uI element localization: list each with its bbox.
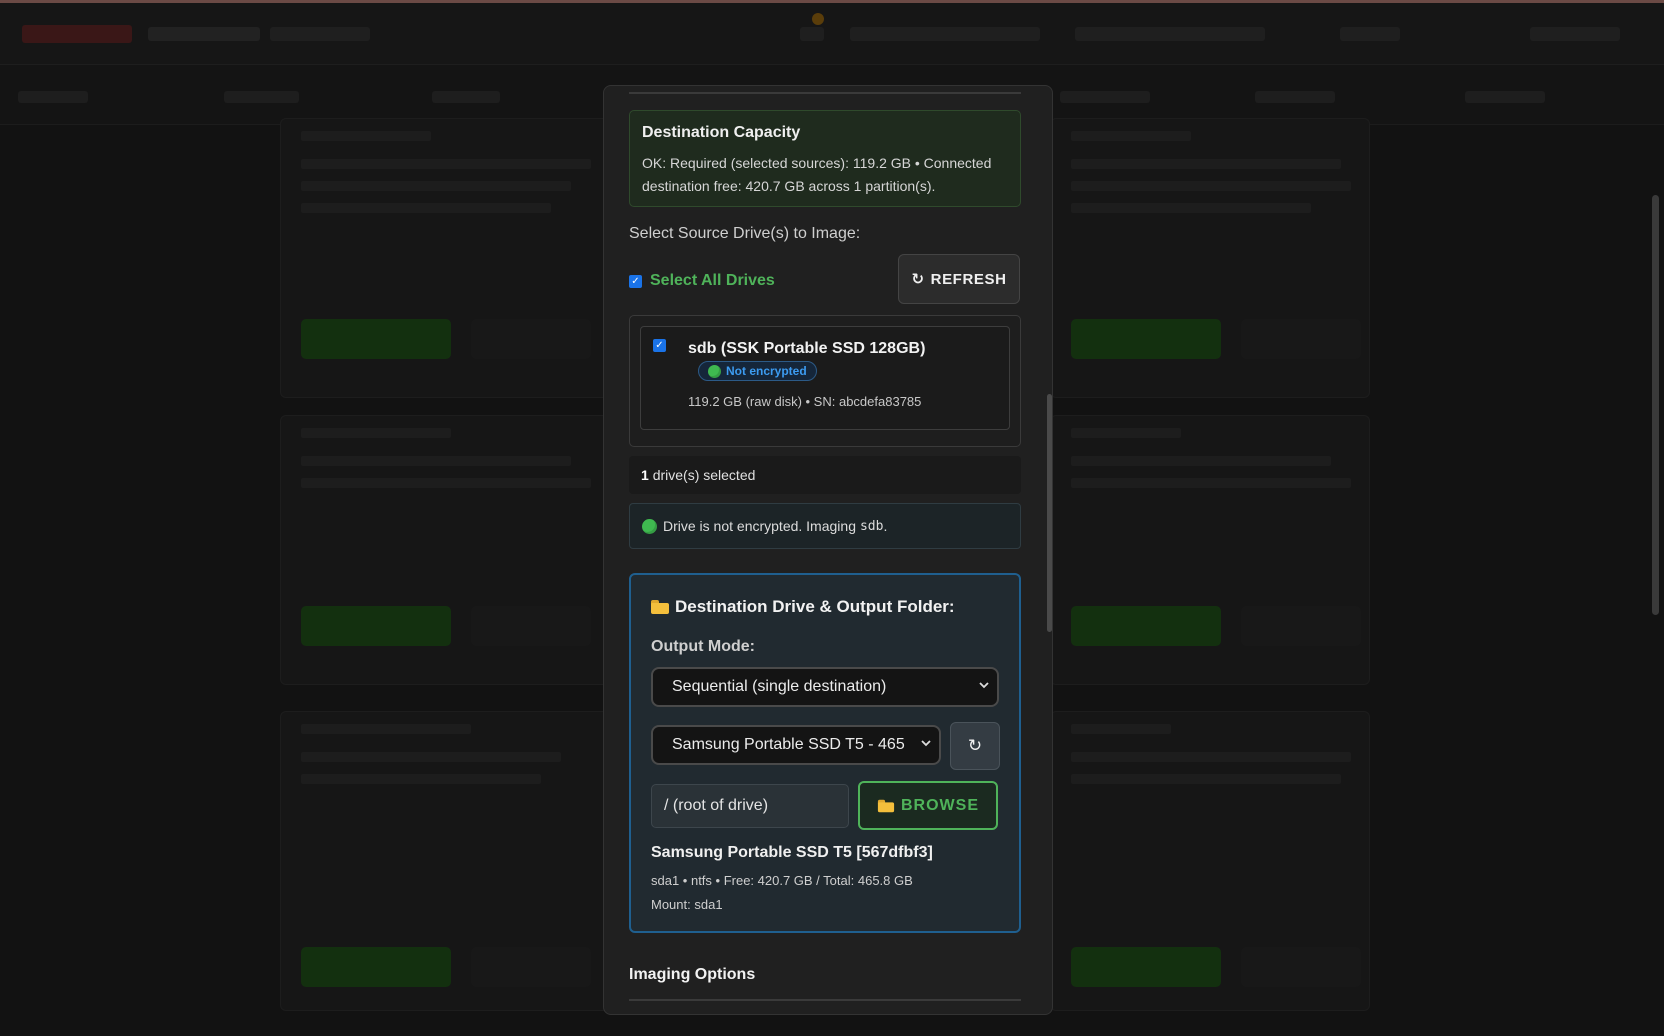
refresh-icon: ↻ [911,271,925,288]
destination-drive-select[interactable]: Samsung Portable SSD T5 - 465 [651,725,941,765]
background-nav-item [224,91,299,103]
refresh-drives-button[interactable]: ↻ REFRESH [898,254,1020,304]
chevron-down-icon [921,740,931,747]
encryption-notice-end: . [883,518,888,534]
selected-destination-mount: Mount: sda1 [651,897,723,912]
selected-count: 1 [641,467,649,483]
encryption-notice-text: Drive is not encrypted. Imaging [663,518,856,534]
background-header-item [270,27,370,41]
background-nav-item [1255,91,1335,103]
background-card [1050,118,1370,398]
selected-count-bar: 1 drive(s) selected [629,456,1021,494]
encryption-status-text: Not encrypted [726,364,807,378]
folder-icon [651,600,669,614]
background-card [1050,415,1370,685]
green-circle-icon [642,518,657,534]
background-nav-item [432,91,500,103]
modal-scrollbar[interactable] [1047,394,1052,632]
browse-button[interactable]: BROWSE [858,781,998,830]
drive-meta: 119.2 GB (raw disk) • SN: abcdefa83785 [688,394,922,409]
background-notification-dot [812,13,824,25]
drive-checkbox[interactable]: ✓ [653,339,666,352]
folder-icon [877,799,895,812]
encryption-status-badge: Not encrypted [698,361,817,381]
background-header [0,3,1664,65]
output-mode-value: Sequential (single destination) [672,678,887,695]
select-all-checkbox[interactable]: ✓ [629,274,642,288]
background-header-item [800,27,824,41]
background-card [280,711,620,1011]
background-header-item [1075,27,1265,41]
background-logo [22,25,132,43]
background-logo-text [148,27,260,41]
section-divider [629,92,1021,94]
drive-card[interactable]: ✓ sdb (SSK Portable SSD 128GB) Not encry… [640,326,1010,430]
refresh-drives-label: REFRESH [930,270,1007,288]
select-all-label[interactable]: Select All Drives [650,272,775,290]
section-divider [629,999,1021,1001]
destination-title-text: Destination Drive & Output Folder: [675,597,955,616]
selected-destination-meta: sda1 • ntfs • Free: 420.7 GB / Total: 46… [651,873,913,888]
destination-capacity-box: Destination Capacity OK: Required (selec… [629,110,1021,207]
destination-title: Destination Drive & Output Folder: [651,597,955,617]
encryption-notice-device: sdb [859,518,884,534]
destination-capacity-text: OK: Required (selected sources): 119.2 G… [642,155,992,194]
background-nav-item [18,91,88,103]
destination-drive-value: Samsung Portable SSD T5 - 465 [672,736,905,753]
chevron-down-icon [979,682,989,689]
refresh-destination-button[interactable]: ↻ [950,722,1000,770]
select-all-drives[interactable]: ✓ Select All Drives [629,272,775,290]
background-nav-item [1465,91,1545,103]
encryption-notice: Drive is not encrypted. Imaging sdb . [629,503,1021,549]
source-drives-list: ✓ sdb (SSK Portable SSD 128GB) Not encry… [629,315,1021,447]
browse-label: BROWSE [901,796,979,814]
background-card [1050,711,1370,1011]
refresh-icon: ↻ [967,736,983,755]
source-drives-label: Select Source Drive(s) to Image: [629,225,861,242]
output-folder-input[interactable]: / (root of drive) [651,784,849,828]
selected-count-suffix: drive(s) selected [652,467,756,483]
background-card [280,118,620,398]
background-header-item [1340,27,1400,41]
background-header-item [1530,27,1620,41]
output-mode-select[interactable]: Sequential (single destination) [651,667,999,707]
background-nav-item [1060,91,1150,103]
imaging-modal: Destination Capacity OK: Required (selec… [603,85,1053,1015]
page-scrollbar[interactable] [1652,195,1659,615]
output-mode-label: Output Mode: [651,638,755,655]
background-header-item [850,27,1040,41]
background-card [280,415,620,685]
destination-panel: Destination Drive & Output Folder: Outpu… [629,573,1021,933]
green-circle-icon [708,364,721,378]
destination-capacity-title: Destination Capacity [642,124,801,141]
output-folder-value: / (root of drive) [664,797,769,814]
selected-destination-name: Samsung Portable SSD T5 [567dfbf3] [651,844,933,861]
drive-name: sdb (SSK Portable SSD 128GB) [688,340,926,357]
imaging-options-title: Imaging Options [629,966,756,983]
